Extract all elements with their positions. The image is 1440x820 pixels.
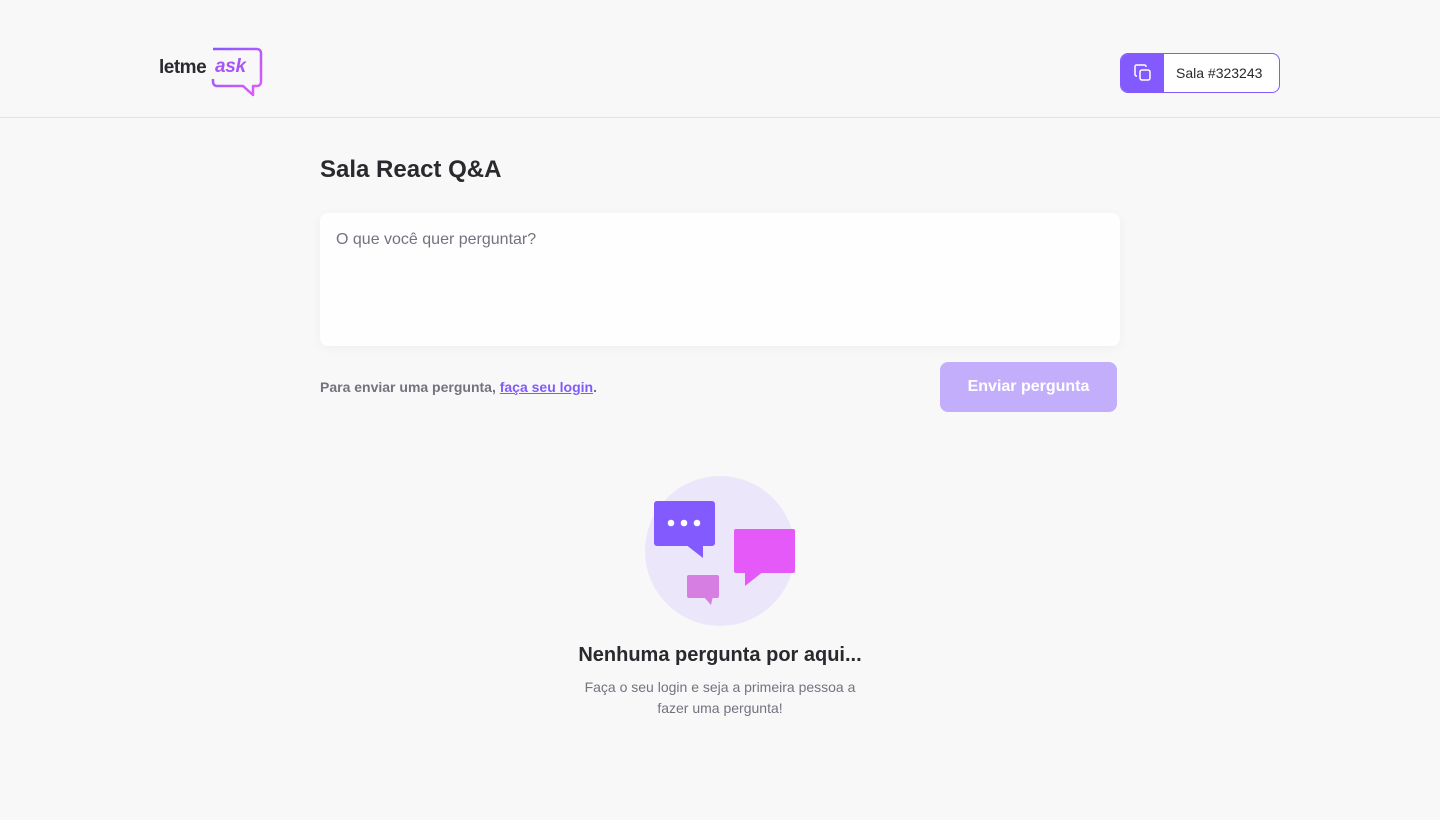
login-link[interactable]: faça seu login: [500, 379, 593, 395]
page-title: Sala React Q&A: [320, 156, 502, 183]
empty-state: Nenhuma pergunta por aqui... Faça o seu …: [320, 476, 1120, 719]
question-input[interactable]: [320, 213, 1120, 346]
logo-text-ask: ask: [215, 56, 246, 77]
empty-state-title: Nenhuma pergunta por aqui...: [578, 644, 862, 666]
login-hint-suffix: .: [593, 379, 597, 395]
room-code-label: Sala #323243: [1176, 65, 1263, 81]
copy-icon[interactable]: [1121, 54, 1164, 92]
room-code-button[interactable]: Sala #323243: [1120, 53, 1280, 93]
chat-bubbles-icon: [645, 476, 795, 626]
letmeask-logo[interactable]: letme ask: [159, 46, 263, 98]
empty-state-description: Faça o seu login e seja a primeira pesso…: [584, 679, 856, 716]
login-hint-text: Para enviar uma pergunta,: [320, 379, 500, 395]
send-question-button[interactable]: Enviar pergunta: [940, 362, 1117, 412]
login-hint: Para enviar uma pergunta, faça seu login…: [320, 379, 597, 395]
app-header: letme ask Sala #323243: [0, 0, 1440, 118]
logo-text-letme: letme: [159, 57, 207, 78]
